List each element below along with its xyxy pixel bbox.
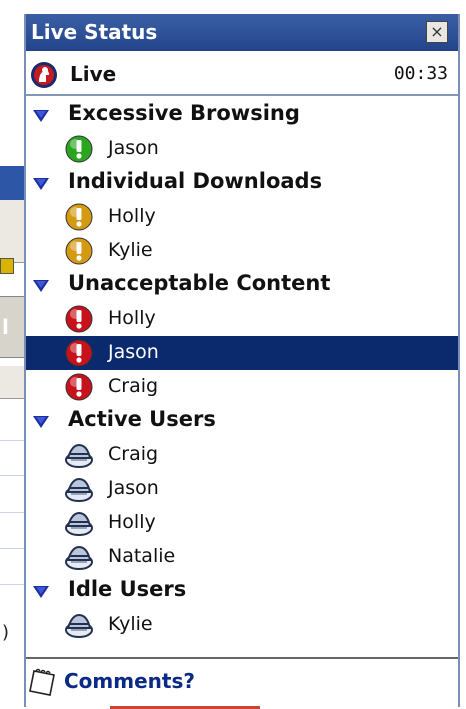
background-row-line [0,475,26,476]
item-label: Holly [108,307,156,329]
status-item[interactable]: Craig [26,438,458,472]
close-button[interactable]: × [426,21,448,43]
status-item[interactable]: Holly [26,506,458,540]
item-label: Craig [108,443,159,465]
user-hat-icon [65,443,93,468]
background-tab: l [0,296,26,358]
item-label: Craig [108,375,159,397]
background-row-line [0,512,26,513]
item-label: Holly [108,511,156,533]
background-row-line [0,548,26,549]
item-label: Holly [108,205,156,227]
item-label: Jason [108,137,159,159]
title-bar[interactable]: Live Status × [26,14,458,51]
expand-triangle-icon[interactable] [32,415,50,429]
footer: Comments? [26,657,458,709]
status-item[interactable]: Craig [26,370,458,404]
status-item[interactable]: Kylie [26,234,458,268]
background-toolbar [0,200,26,263]
expand-triangle-icon[interactable] [32,585,50,599]
live-timer: 00:33 [393,63,448,84]
status-item[interactable]: Natalie [26,540,458,574]
notepad-icon [29,668,55,696]
status-item[interactable]: Holly [26,200,458,234]
expand-triangle-icon[interactable] [32,177,50,191]
background-row-line [0,584,26,585]
group-header[interactable]: Unacceptable Content [26,268,458,302]
item-label: Jason [108,341,159,363]
item-label: Natalie [108,545,176,567]
expand-triangle-icon[interactable] [32,109,50,123]
comments-link[interactable]: Comments? [64,669,195,693]
live-monitor-icon [31,62,57,88]
background-header-strip [0,166,26,200]
group-label: Individual Downloads [68,169,323,193]
alert-yellow-icon [65,237,93,265]
group-header[interactable]: Active Users [26,404,458,438]
background-paren: ) [2,622,10,643]
alert-red-icon [65,339,93,367]
user-hat-icon [65,613,93,638]
live-label: Live [70,62,117,86]
group-label: Active Users [68,407,216,431]
group-label: Excessive Browsing [68,101,300,125]
group-label: Idle Users [68,577,187,601]
background-divider [0,366,26,399]
group-header[interactable]: Individual Downloads [26,166,458,200]
group-label: Unacceptable Content [68,271,331,295]
item-label: Kylie [108,613,153,635]
background-tab-glyph: l [2,315,9,339]
alert-yellow-icon [65,203,93,231]
background-toolbar-icon [0,258,14,274]
user-hat-icon [65,477,93,502]
user-hat-icon [65,511,93,536]
user-hat-icon [65,545,93,570]
status-item[interactable]: Jason [26,132,458,166]
group-header[interactable]: Excessive Browsing [26,98,458,132]
expand-triangle-icon[interactable] [32,279,50,293]
background-app: l ) [0,0,26,707]
status-tree: Excessive Browsing Jason Individual Downlo… [26,98,458,658]
panel-title: Live Status [31,20,158,44]
background-row-line [0,440,26,441]
status-item[interactable]: Jason [26,336,458,370]
alert-red-icon [65,305,93,333]
item-label: Jason [108,477,159,499]
status-item[interactable]: Jason [26,472,458,506]
status-item[interactable]: Holly [26,302,458,336]
live-status-panel: Live Status × Live 00:33 Excessive Brows… [24,14,460,709]
alert-red-icon [65,373,93,401]
alert-green-icon [65,135,93,163]
status-item[interactable]: Kylie [26,608,458,642]
item-label: Kylie [108,239,153,261]
group-header[interactable]: Idle Users [26,574,458,608]
live-bar: Live 00:33 [26,54,458,96]
